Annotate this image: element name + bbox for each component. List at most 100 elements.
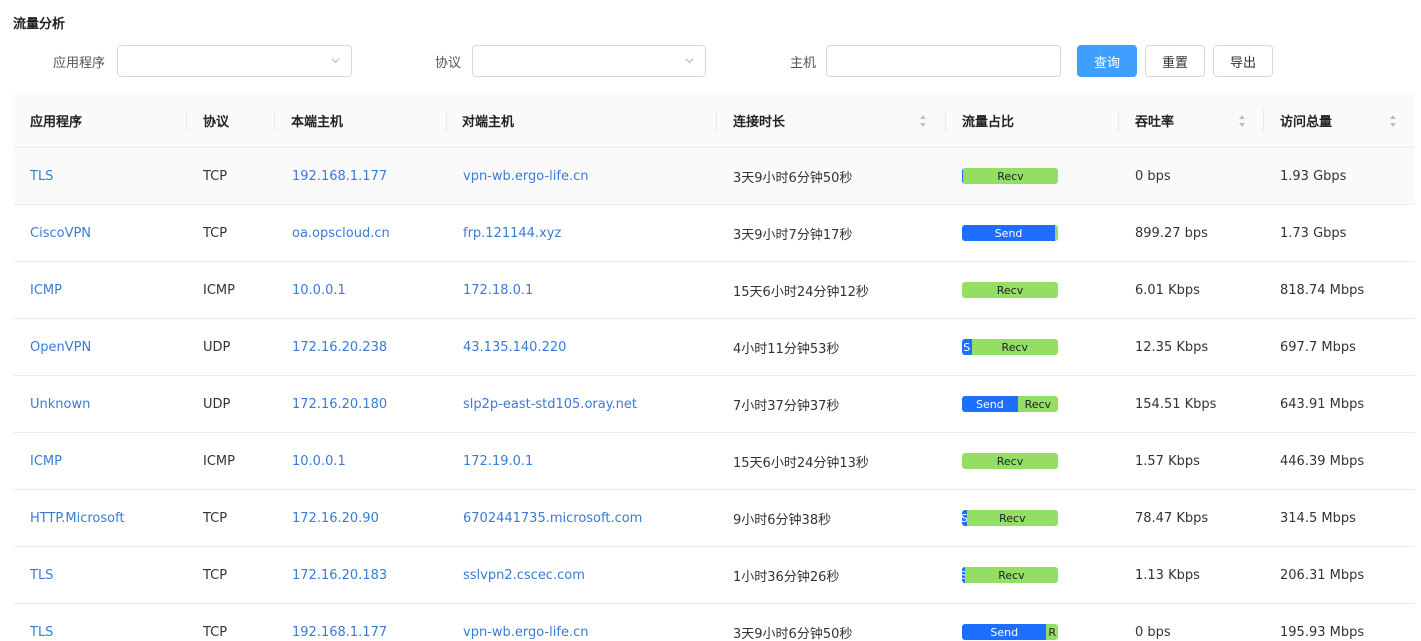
cell-app[interactable]: TLS: [30, 604, 53, 641]
cell-protocol: ICMP: [203, 283, 235, 298]
recv-segment: Recv: [1017, 396, 1058, 412]
recv-segment: Recv: [966, 510, 1058, 526]
table-row[interactable]: HTTP.Microsoft TCP 172.16.20.90 6702441735.…: [13, 490, 1415, 547]
cell-remote-host[interactable]: 6702441735.microsoft.com: [463, 490, 642, 547]
table-row[interactable]: CiscoVPN TCP oa.opscloud.cn frp.121144.xyz 3…: [13, 205, 1415, 262]
traffic-ratio-bar: Send R: [962, 624, 1058, 640]
cell-remote-host[interactable]: 172.19.0.1: [463, 433, 533, 490]
cell-total: 1.73 Gbps: [1280, 226, 1347, 241]
cell-local-host[interactable]: oa.opscloud.cn: [292, 205, 390, 262]
cell-protocol: TCP: [203, 511, 228, 526]
export-button[interactable]: 导出: [1213, 45, 1273, 77]
cell-app[interactable]: TLS: [30, 148, 53, 205]
cell-duration: 7小时37分钟37秒: [733, 399, 840, 414]
cell-app[interactable]: TLS: [30, 547, 53, 604]
cell-app[interactable]: Unknown: [30, 376, 90, 433]
cell-remote-host[interactable]: 172.18.0.1: [463, 262, 533, 319]
table-body: TLS TCP 192.168.1.177 vpn-wb.ergo-life.cn 3天…: [13, 148, 1415, 641]
cell-local-host[interactable]: 192.168.1.177: [292, 148, 387, 205]
reset-button[interactable]: 重置: [1145, 45, 1205, 77]
cell-total: 697.7 Mbps: [1280, 340, 1356, 355]
recv-segment: Recv: [962, 282, 1058, 298]
traffic-ratio-bar: Recv: [962, 453, 1058, 469]
table-row[interactable]: ICMP ICMP 10.0.0.1 172.18.0.1 15天6小时24分钟12秒 6…: [13, 262, 1415, 319]
cell-throughput: 12.35 Kbps: [1135, 340, 1209, 355]
cell-throughput: 78.47 Kbps: [1135, 511, 1209, 526]
col-total[interactable]: 访问总量: [1280, 93, 1400, 148]
col-remote-host: 对端主机: [462, 115, 515, 130]
column-divider: [716, 110, 717, 131]
host-filter-label: 主机: [790, 56, 817, 71]
query-button[interactable]: 查询: [1077, 45, 1137, 77]
send-segment: Send: [962, 624, 1047, 640]
cell-app[interactable]: ICMP: [30, 433, 62, 490]
cell-duration: 4小时11分钟53秒: [733, 342, 840, 357]
col-local-host: 本端主机: [291, 115, 344, 130]
cell-duration: 1小时36分钟26秒: [733, 570, 840, 585]
host-input[interactable]: [826, 45, 1061, 77]
table-row[interactable]: TLS TCP 192.168.1.177 vpn-wb.ergo-life.cn 3天…: [13, 604, 1415, 641]
cell-local-host[interactable]: 10.0.0.1: [292, 262, 346, 319]
traffic-ratio-bar: Recv: [962, 282, 1058, 298]
traffic-ratio-bar: Recv: [962, 168, 1058, 184]
cell-duration: 9小时6分钟38秒: [733, 513, 832, 528]
cell-app[interactable]: HTTP.Microsoft: [30, 490, 125, 547]
cell-throughput: 0 bps: [1135, 169, 1171, 184]
col-throughput[interactable]: 吞吐率: [1135, 93, 1255, 148]
cell-remote-host[interactable]: sslvpn2.cscec.com: [463, 547, 585, 604]
cell-local-host[interactable]: 172.16.20.180: [292, 376, 387, 433]
recv-segment: Recv: [962, 453, 1058, 469]
cell-local-host[interactable]: 172.16.20.238: [292, 319, 387, 376]
send-segment: Send: [962, 225, 1056, 241]
table-row[interactable]: TLS TCP 192.168.1.177 vpn-wb.ergo-life.cn 3天…: [13, 148, 1415, 205]
cell-app[interactable]: CiscoVPN: [30, 205, 91, 262]
cell-local-host[interactable]: 10.0.0.1: [292, 433, 346, 490]
cell-local-host[interactable]: 172.16.20.90: [292, 490, 379, 547]
cell-protocol: TCP: [203, 226, 228, 241]
cell-local-host[interactable]: 172.16.20.183: [292, 547, 387, 604]
cell-app[interactable]: ICMP: [30, 262, 62, 319]
cell-remote-host[interactable]: frp.121144.xyz: [463, 205, 561, 262]
recv-segment: [1055, 225, 1058, 241]
sort-icon[interactable]: [919, 113, 927, 129]
recv-segment: Recv: [971, 339, 1058, 355]
cell-total: 446.39 Mbps: [1280, 454, 1365, 469]
recv-segment: Recv: [962, 168, 1058, 184]
column-divider: [1263, 110, 1264, 131]
col-duration[interactable]: 连接时长: [733, 93, 948, 148]
cell-app[interactable]: OpenVPN: [30, 319, 91, 376]
column-divider: [186, 110, 187, 131]
app-select[interactable]: [117, 45, 352, 77]
cell-total: 643.91 Mbps: [1280, 397, 1365, 412]
cell-throughput: 1.13 Kbps: [1135, 568, 1200, 583]
sort-icon[interactable]: [1238, 113, 1246, 129]
cell-remote-host[interactable]: slp2p-east-std105.oray.net: [463, 376, 637, 433]
column-divider: [1118, 110, 1119, 131]
traffic-ratio-bar: SRecv: [962, 510, 1058, 526]
col-app: 应用程序: [30, 115, 83, 130]
cell-protocol: TCP: [203, 169, 228, 184]
cell-remote-host[interactable]: 43.135.140.220: [463, 319, 566, 376]
cell-local-host[interactable]: 192.168.1.177: [292, 604, 387, 641]
cell-throughput: 6.01 Kbps: [1135, 283, 1200, 298]
traffic-ratio-bar: SRecv: [962, 567, 1058, 583]
table-row[interactable]: ICMP ICMP 10.0.0.1 172.19.0.1 15天6小时24分钟13秒 1…: [13, 433, 1415, 490]
table-header: 应用程序 协议 本端主机 对端主机 连接时长 流量占比 吞吐率 访问总量: [13, 93, 1415, 148]
cell-total: 314.5 Mbps: [1280, 511, 1356, 526]
table-row[interactable]: TLS TCP 172.16.20.183 sslvpn2.cscec.com 1小时3…: [13, 547, 1415, 604]
cell-protocol: TCP: [203, 625, 228, 640]
column-divider: [274, 110, 275, 131]
cell-remote-host[interactable]: vpn-wb.ergo-life.cn: [463, 148, 588, 205]
cell-protocol: UDP: [203, 397, 231, 412]
table-row[interactable]: Unknown UDP 172.16.20.180 slp2p-east-std105…: [13, 376, 1415, 433]
sort-icon[interactable]: [1389, 113, 1397, 129]
table-row[interactable]: OpenVPN UDP 172.16.20.238 43.135.140.220 4小时…: [13, 319, 1415, 376]
protocol-select[interactable]: [472, 45, 706, 77]
traffic-ratio-bar: Send Recv: [962, 396, 1058, 412]
cell-throughput: 0 bps: [1135, 625, 1171, 640]
recv-segment: R: [1046, 624, 1058, 640]
send-segment: Send: [962, 396, 1018, 412]
cell-protocol: UDP: [203, 340, 231, 355]
traffic-ratio-bar: Send: [962, 225, 1058, 241]
cell-remote-host[interactable]: vpn-wb.ergo-life.cn: [463, 604, 588, 641]
